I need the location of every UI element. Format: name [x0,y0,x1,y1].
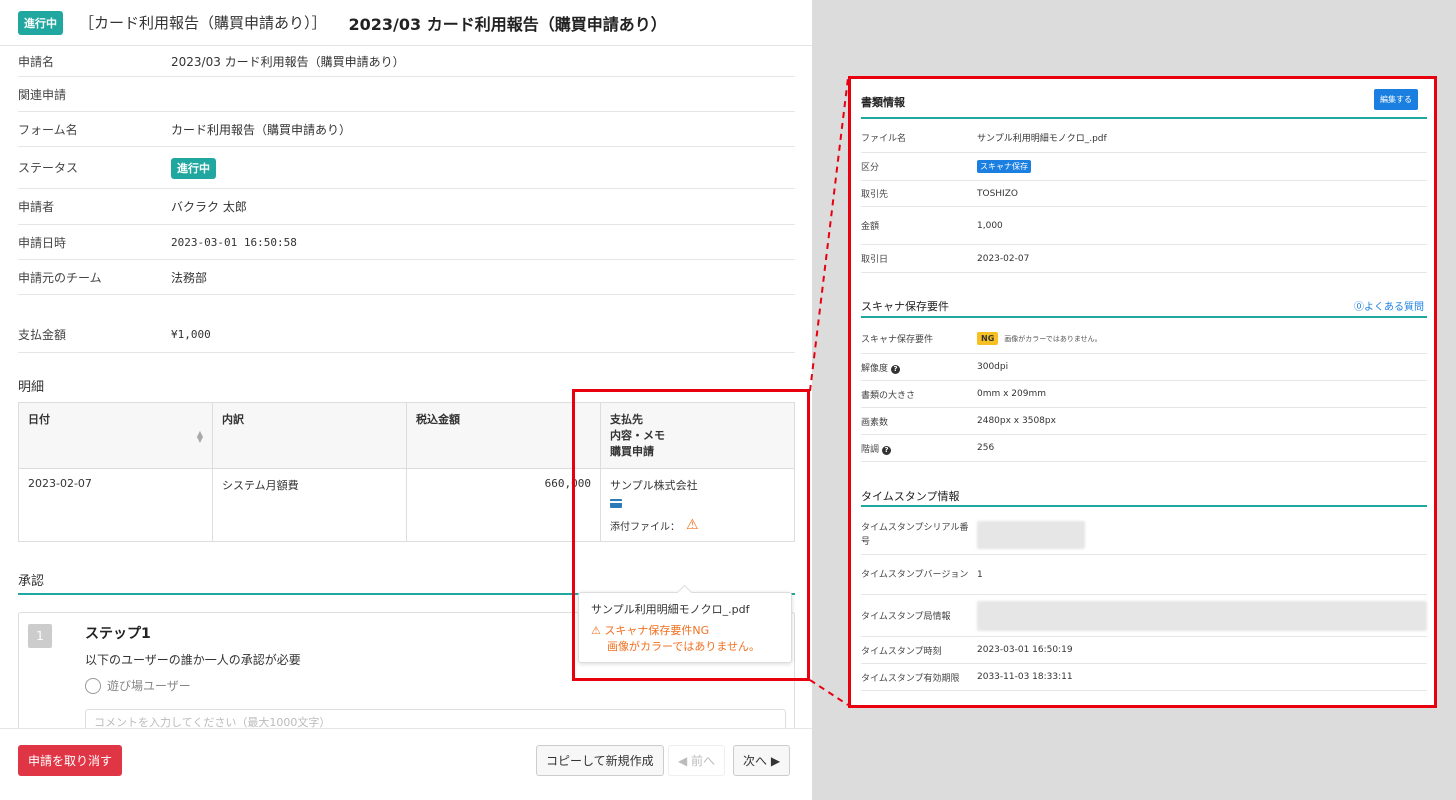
doc-row-vendor: 取引先 TOSHIZO [861,181,1427,207]
scanner-row-size: 書類の大きさ 0mm x 209mm [861,381,1427,408]
scanner-row-gradation: 階調? 256 [861,435,1427,462]
ng-badge: NG [977,332,999,345]
section-divider [861,316,1427,318]
scanner-heading: スキャナ保存要件 [861,300,949,313]
doc-row-filename: ファイル名 サンプル利用明細モノクロ_.pdf [861,123,1427,153]
redacted-value [977,600,1427,631]
doc-info-heading: 書類情報 [861,96,905,109]
section-divider [861,117,1427,119]
ts-row-serial: タイムスタンプシリアル番号 [861,515,1427,555]
faq-link[interactable]: ⓪よくある質問 [1354,298,1424,313]
help-icon[interactable]: ? [891,364,901,374]
doc-row-date: 取引日 2023-02-07 [861,245,1427,273]
doc-row-category: 区分 スキャナ保存 [861,153,1427,181]
section-divider [861,505,1427,507]
ts-row-time: タイムスタンプ時刻 2023-03-01 16:50:19 [861,637,1427,664]
help-icon[interactable]: ? [882,445,892,455]
scanner-row-resolution: 解像度? 300dpi [861,354,1427,381]
scanner-save-tag: スキャナ保存 [977,160,1031,173]
edit-button[interactable]: 編集する [1374,89,1418,110]
document-info-panel: 書類情報 編集する ファイル名 サンプル利用明細モノクロ_.pdf 区分 スキャナ保… [848,76,1437,708]
ts-row-version: タイムスタンプバージョン 1 [861,555,1427,595]
timestamp-heading: タイムスタンプ情報 [861,490,960,503]
question-circle-icon: ⓪ [1354,302,1364,313]
ts-row-authority: タイムスタンプ局情報 [861,595,1427,637]
ts-row-expiry: タイムスタンプ有効期限 2033-11-03 18:33:11 [861,664,1427,691]
redacted-value [977,520,1085,549]
doc-row-amount: 金額 1,000 [861,207,1427,245]
scanner-row-pixels: 画素数 2480px x 3508px [861,408,1427,435]
scanner-row-requirement: スキャナ保存要件 NG 画像がカラーではありません。 [861,324,1427,354]
